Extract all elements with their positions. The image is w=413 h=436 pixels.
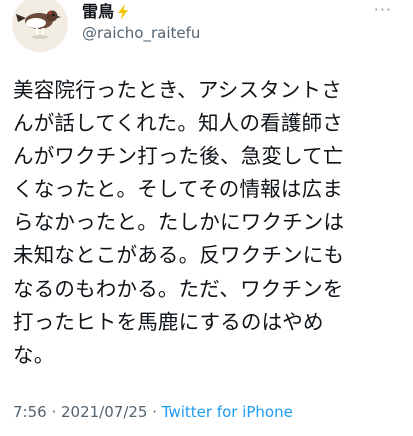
display-name[interactable]: 雷鳥 (82, 2, 114, 22)
tweet-text-line: んがワクチン打った後、急変して亡 (13, 144, 344, 169)
display-name-row[interactable]: 雷鳥 (82, 2, 200, 22)
tweet-time[interactable]: 7:56 (13, 403, 47, 421)
tweet-text-line: な。 (13, 342, 55, 367)
author-names: 雷鳥 @raicho_raitefu (82, 2, 200, 43)
tweet-text-line: くなったと。そしてその情報は広ま (13, 177, 343, 202)
tweet-text-line: らなかったと。たしかにワクチンは (13, 210, 345, 235)
tweet-text: 美容院行ったとき、アシスタントさ んが話してくれた。知人の看護師さ んがワクチン… (13, 74, 405, 372)
tweet-header: 雷鳥 @raicho_raitefu ··· (12, 0, 402, 54)
tweet-date[interactable]: 2021/07/25 (61, 403, 147, 421)
tweet-text-line: なるのもわかる。ただ、ワクチンを (13, 276, 344, 301)
tweet-text-line: 美容院行ったとき、アシスタントさ (13, 78, 342, 102)
tweet-metadata: 7:56 · 2021/07/25 · Twitter for iPhone (13, 402, 293, 422)
tweet-text-line: 未知なとこがある。反ワクチンにも (13, 243, 345, 268)
user-handle[interactable]: @raicho_raitefu (82, 23, 200, 43)
tweet-source-link[interactable]: Twitter for iPhone (162, 403, 293, 421)
tweet-text-line: んが話してくれた。知人の看護師さ (13, 111, 343, 136)
more-options-icon[interactable]: ··· (374, 0, 392, 19)
ptarmigan-bird-avatar-icon (12, 0, 68, 52)
meta-separator: · (147, 403, 162, 421)
avatar[interactable] (12, 0, 68, 52)
meta-separator: · (46, 403, 61, 421)
lightning-bolt-icon (116, 4, 130, 20)
tweet-text-line: 打ったヒトを馬鹿にするのはやめ (13, 309, 324, 334)
tweet-card: 雷鳥 @raicho_raitefu ··· 美容院行ったとき、アシスタントさ … (0, 0, 413, 436)
